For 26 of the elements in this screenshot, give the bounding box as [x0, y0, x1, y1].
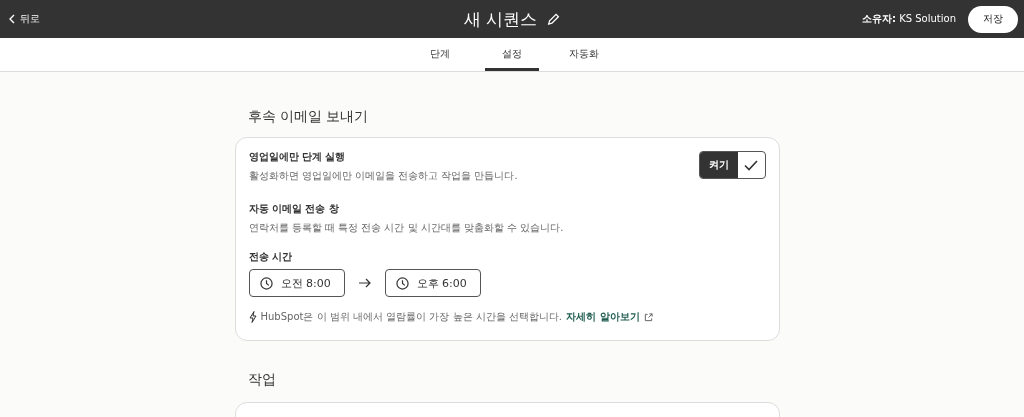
setting-description: 연락처를 등록할 때 특정 전송 시간 및 시간대를 맞춤화할 수 있습니다. — [248, 221, 565, 235]
setting-description: 활성화하면 영업일에만 이메일을 전송하고 작업을 만듭니다. — [248, 169, 518, 183]
start-time-field[interactable]: 오전 8:00 — [248, 269, 345, 297]
owner-text: 소유자: KS Solution — [862, 12, 956, 26]
section-heading: 작업 — [247, 371, 277, 389]
toggle-switch[interactable]: 켜기 — [698, 151, 766, 179]
hint-text: HubSpot은 이 범위 내에서 열람률이 가장 높은 시간을 선택합니다. — [260, 310, 563, 324]
clock-icon — [395, 276, 409, 290]
pencil-icon[interactable] — [547, 12, 561, 26]
setting-title: 자동 이메일 전송 창 — [248, 202, 340, 216]
checkmark-icon — [744, 159, 758, 171]
tab[interactable]: 단계 — [413, 38, 467, 71]
field-label: 전송 시간 — [248, 250, 293, 264]
end-time-field[interactable]: 오후 6:00 — [384, 269, 481, 297]
tab[interactable]: 자동화 — [557, 38, 611, 71]
external-link-icon — [643, 312, 653, 322]
clock-icon — [259, 276, 273, 290]
lightning-icon — [248, 311, 257, 323]
chevron-left-icon — [8, 14, 16, 24]
section-heading: 후속 이메일 보내기 — [247, 108, 370, 126]
setting-title: 영업일에만 단계 실행 — [248, 150, 347, 164]
arrow-right-icon — [358, 278, 371, 288]
sequence-title: 새 시퀀스 — [463, 7, 538, 31]
save-button[interactable]: 저장 — [968, 5, 1018, 33]
learn-more-link[interactable]: 자세히 알아보기 — [566, 310, 640, 324]
back-button[interactable]: 뒤로 — [8, 12, 40, 26]
